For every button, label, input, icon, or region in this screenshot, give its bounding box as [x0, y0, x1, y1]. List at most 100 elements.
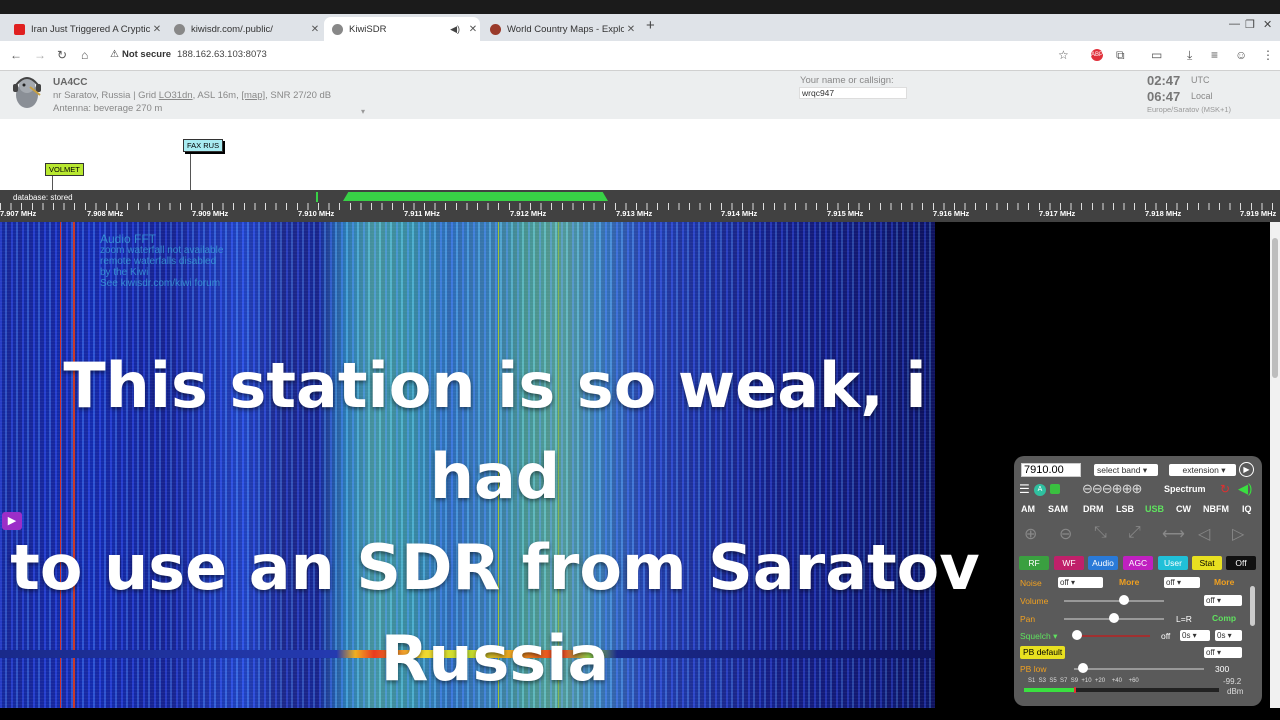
volume-slider[interactable] — [1064, 600, 1164, 602]
noise2-select[interactable]: off ▾ — [1164, 577, 1200, 588]
maximize-icon[interactable]: ❐ — [1245, 18, 1255, 31]
pan-knob[interactable] — [1109, 613, 1119, 623]
media-icon[interactable]: ≡ — [1211, 48, 1218, 62]
noise-select[interactable]: off ▾ — [1058, 577, 1103, 588]
zoom-fit-icon[interactable]: ⤡ — [1094, 524, 1107, 542]
squelch-time1-select[interactable]: 0s ▾ — [1180, 630, 1210, 641]
new-tab-button[interactable]: + — [646, 17, 655, 34]
tab-world-maps[interactable]: World Country Maps - Explo ✕ — [482, 17, 638, 41]
reload-icon[interactable]: ↻ — [57, 48, 67, 62]
band-select[interactable]: select band ▾ — [1094, 464, 1158, 476]
freq-label: 7.918 MHz — [1145, 209, 1182, 218]
volume-mode-select[interactable]: off ▾ — [1204, 595, 1242, 606]
noise2-more-button[interactable]: More — [1214, 577, 1234, 587]
pb-default-button[interactable]: PB default — [1020, 646, 1066, 659]
speaker-icon[interactable]: ◀) — [1238, 481, 1252, 497]
hamburger-icon[interactable]: ☰ — [1019, 482, 1030, 496]
frequency-input[interactable] — [1021, 463, 1081, 477]
close-icon[interactable]: ✕ — [150, 24, 164, 35]
noise-more-button[interactable]: More — [1119, 577, 1139, 587]
pan-icon[interactable]: ⟷ — [1162, 524, 1185, 544]
extension-select[interactable]: extension ▾ — [1169, 464, 1236, 476]
comp-toggle[interactable]: Comp — [1212, 613, 1236, 623]
scroll-thumb[interactable] — [1272, 238, 1278, 378]
close-icon[interactable]: ✕ — [624, 24, 638, 35]
overlay-line: zoom waterfall not available — [100, 245, 224, 256]
volume-knob[interactable] — [1119, 595, 1129, 605]
star-icon[interactable]: ☆ — [1058, 48, 1069, 62]
freq-label: 7.909 MHz — [192, 209, 229, 218]
database-status: database: stored — [13, 193, 73, 202]
pb-select[interactable]: off ▾ — [1204, 647, 1242, 658]
volume-mode-value: off — [1206, 596, 1215, 605]
tab-audio[interactable]: Audio — [1088, 556, 1118, 570]
spectrum-button[interactable]: Spectrum — [1164, 484, 1206, 494]
tab-label: KiwiSDR — [349, 23, 387, 35]
back-icon[interactable]: ← — [10, 48, 22, 62]
frequency-scale[interactable]: database: stored 7.907 MHz 7.908 MHz 7.9… — [0, 190, 1280, 222]
side-play-button[interactable]: ▶ — [2, 512, 22, 530]
tab-stat[interactable]: Stat — [1192, 556, 1222, 570]
download-icon[interactable]: ⤓ — [1187, 48, 1192, 63]
home-icon[interactable]: ⌂ — [81, 48, 88, 62]
tab-off[interactable]: Off — [1226, 556, 1256, 570]
mode-lsb[interactable]: LSB — [1116, 504, 1134, 514]
pb-low-slider[interactable] — [1074, 668, 1204, 670]
map-link[interactable]: [map] — [241, 90, 265, 101]
extensions-icon[interactable]: ⧉ — [1116, 48, 1125, 63]
grid-link[interactable]: LO31dn — [159, 90, 193, 101]
close-icon[interactable]: ✕ — [466, 24, 480, 35]
tab-agc[interactable]: AGC — [1123, 556, 1153, 570]
tab-user[interactable]: User — [1158, 556, 1188, 570]
passband-indicator[interactable] — [343, 192, 608, 201]
cast-icon[interactable]: ▭ — [1151, 48, 1162, 62]
speaker-icon[interactable]: ◀) — [450, 24, 460, 35]
panel-scrollbar[interactable] — [1250, 586, 1255, 626]
auto-icon[interactable]: A — [1034, 484, 1046, 496]
tab-rf[interactable]: RF — [1019, 556, 1049, 570]
mode-drm[interactable]: DRM — [1083, 504, 1104, 514]
profile-icon[interactable]: ☺ — [1235, 48, 1247, 62]
squelch-time1-value: 0s — [1182, 631, 1191, 640]
marker-volmet[interactable]: VOLMET — [45, 163, 84, 176]
zoom-buttons-icon[interactable]: ⊖⊖⊖⊕⊕⊕ — [1082, 481, 1142, 497]
zoom-in-icon[interactable]: ⊕ — [1024, 524, 1037, 544]
band-select-value: select band — [1097, 465, 1141, 475]
squelch-label[interactable]: Squelch ▾ — [1020, 631, 1057, 642]
zoom-max-icon[interactable]: ⤢ — [1128, 524, 1141, 542]
collapse-arrow-icon[interactable]: ▾ — [361, 107, 365, 116]
mode-iq[interactable]: IQ — [1242, 504, 1252, 514]
play-icon[interactable]: ▶ — [1239, 462, 1254, 477]
pb-low-knob[interactable] — [1078, 663, 1088, 673]
tab-wf[interactable]: WF — [1054, 556, 1084, 570]
kiwi-logo-icon — [13, 77, 41, 108]
name-input[interactable] — [799, 87, 907, 99]
squelch-slider[interactable] — [1074, 635, 1150, 637]
forward-icon[interactable]: → — [34, 48, 46, 62]
squelch-knob[interactable] — [1072, 630, 1082, 640]
squelch-time2-select[interactable]: 0s ▾ — [1215, 630, 1242, 641]
page-left-icon[interactable]: ◁ — [1198, 524, 1210, 544]
page-right-icon[interactable]: ▷ — [1232, 524, 1244, 544]
mode-am[interactable]: AM — [1021, 504, 1035, 514]
close-icon[interactable]: ✕ — [308, 24, 322, 35]
tab-youtube[interactable]: Iran Just Triggered A Cryptic ✕ — [6, 17, 164, 41]
refresh-icon[interactable]: ↻ — [1220, 482, 1230, 496]
freq-label: 7.917 MHz — [1039, 209, 1076, 218]
adblock-icon[interactable]: ABP — [1091, 49, 1103, 61]
mode-usb[interactable]: USB — [1145, 504, 1164, 514]
marker-fax-rus[interactable]: FAX RUS — [183, 139, 224, 152]
menu-icon[interactable]: ⋮ — [1262, 48, 1274, 62]
address-bar: ← → ↻ ⌂ ⚠ Not secure 188.162.63.103:8073… — [0, 41, 1280, 71]
window-close-icon[interactable]: ✕ — [1263, 18, 1272, 31]
tab-kiwisdr-public[interactable]: kiwisdr.com/.public/ ✕ — [166, 17, 322, 41]
mode-cw[interactable]: CW — [1176, 504, 1191, 514]
minimize-icon[interactable]: — — [1229, 18, 1240, 30]
security-indicator[interactable]: ⚠ Not secure — [110, 49, 171, 60]
mode-nbfm[interactable]: NBFM — [1203, 504, 1229, 514]
tab-label: World Country Maps - Explo — [507, 23, 624, 35]
zoom-out-icon[interactable]: ⊖ — [1059, 524, 1072, 544]
mode-sam[interactable]: SAM — [1048, 504, 1068, 514]
tab-kiwisdr[interactable]: KiwiSDR ◀) ✕ — [324, 17, 480, 41]
url-field[interactable]: 188.162.63.103:8073 — [177, 49, 267, 60]
